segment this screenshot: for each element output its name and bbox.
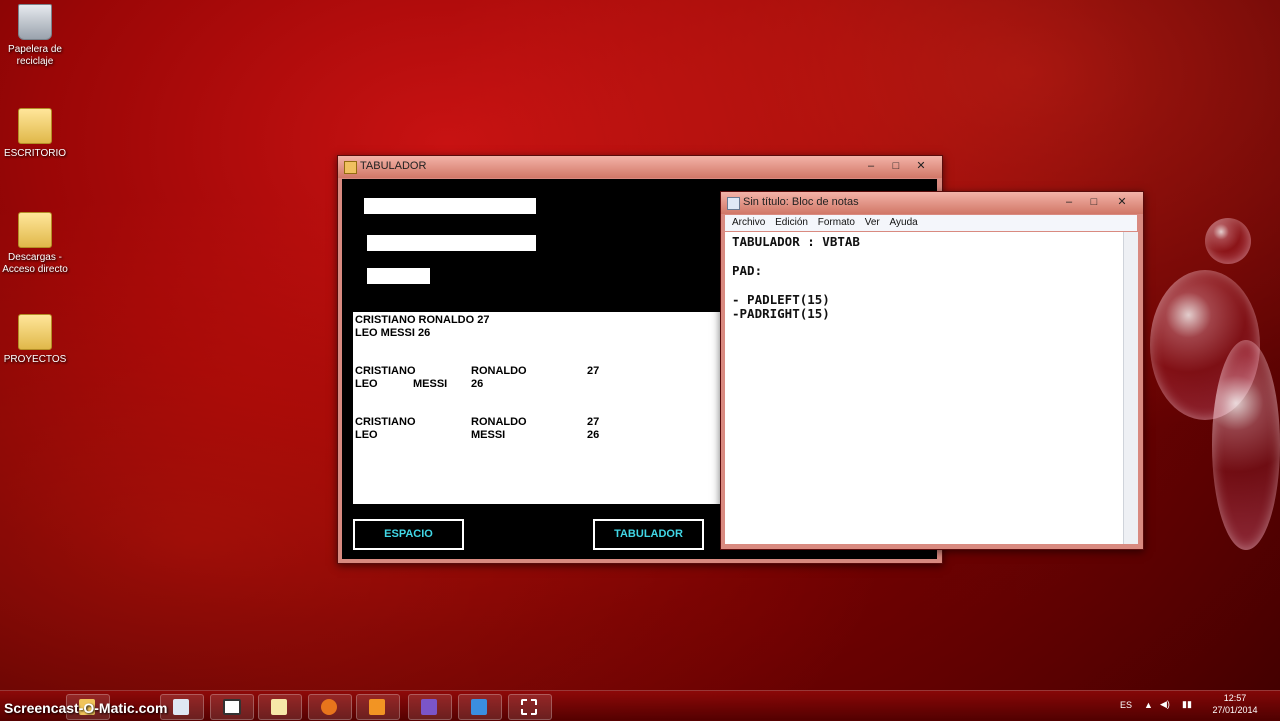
window-icon: [223, 699, 241, 715]
output-listbox[interactable]: CRISTIANO RONALDO 27 LEO MESSI 26 CRISTI…: [353, 312, 721, 504]
desktop-icon-label: Descargas - Acceso directo: [2, 252, 68, 275]
clock-time: 12:57: [1223, 693, 1247, 703]
window-title: TABULADOR: [360, 160, 427, 172]
visual-studio-icon: [421, 699, 437, 715]
vlc-icon: [369, 699, 385, 715]
tab-cell: 26: [587, 429, 600, 441]
folder-icon: [18, 108, 52, 144]
tab-cell: 27: [587, 416, 600, 428]
output-line: LEO MESSI 26: [355, 327, 431, 339]
tab-cell: RONALDO: [471, 416, 527, 428]
desktop-icon-recycle-bin[interactable]: Papelera de reciclaje: [0, 4, 70, 68]
taskbar-app-vlc[interactable]: [356, 694, 400, 720]
desktop-icon-label: Papelera de reciclaje: [8, 44, 62, 67]
desktop-icon-label: ESCRITORIO: [3, 148, 67, 159]
taskbar-app-form[interactable]: [210, 694, 254, 720]
network-icon[interactable]: ▮▮: [1182, 699, 1192, 710]
espacio-button[interactable]: ESPACIO: [353, 519, 464, 550]
close-button[interactable]: ✕: [908, 158, 934, 174]
menu-ayuda[interactable]: Ayuda: [890, 215, 918, 231]
space-cell: RONALDO: [471, 365, 527, 377]
desktop-icon-descargas[interactable]: Descargas - Acceso directo: [0, 212, 70, 276]
menu-edicion[interactable]: Edición: [775, 215, 808, 231]
tab-cell: CRISTIANO: [355, 416, 416, 428]
clock-date: 27/01/2014: [1212, 705, 1258, 715]
notepad-text-area[interactable]: TABULADOR : VBTAB PAD: - PADLEFT(15) -PA…: [725, 232, 1123, 544]
tab-cell: MESSI: [471, 429, 506, 441]
notepad-line: PAD:: [732, 263, 763, 278]
tabulador-titlebar[interactable]: TABULADOR – □ ✕: [338, 156, 942, 178]
taskbar-app-firefox[interactable]: [308, 694, 352, 720]
desktop-icon-escritorio[interactable]: ESCRITORIO: [0, 108, 70, 160]
textbox-age[interactable]: [367, 268, 430, 284]
space-cell: LEO: [355, 378, 378, 390]
textbox-last-name[interactable]: [367, 235, 536, 251]
space-cell: CRISTIANO: [355, 365, 416, 377]
desktop-icon-label: PROYECTOS: [3, 354, 67, 365]
close-button[interactable]: ✕: [1109, 194, 1135, 210]
notepad-window: Sin título: Bloc de notas – □ ✕ Archivo …: [720, 191, 1144, 550]
vertical-scrollbar[interactable]: [1123, 232, 1138, 544]
maximize-button[interactable]: □: [1081, 194, 1107, 210]
maximize-button[interactable]: □: [883, 158, 909, 174]
notepad-line: TABULADOR : VBTAB: [732, 234, 860, 249]
folder-icon: [18, 314, 52, 350]
show-hidden-icons[interactable]: ▲: [1144, 700, 1153, 710]
snipping-tool-icon: [521, 699, 537, 715]
notepad-menubar: Archivo Edición Formato Ver Ayuda: [725, 215, 1137, 231]
space-cell: 27: [587, 365, 600, 377]
wallpaper-bubble: [1205, 218, 1251, 264]
menu-formato[interactable]: Formato: [818, 215, 855, 231]
taskbar: ES ▲ ◀) ▮▮: [0, 690, 1280, 721]
minimize-button[interactable]: –: [1056, 194, 1082, 210]
wallpaper-bubble: [1212, 340, 1280, 550]
minimize-button[interactable]: –: [858, 158, 884, 174]
taskbar-app-notepad[interactable]: [258, 694, 302, 720]
window-title: Sin título: Bloc de notas: [743, 196, 859, 208]
system-clock[interactable]: 12:57 27/01/2014: [1206, 692, 1264, 716]
output-line: CRISTIANO RONALDO 27: [355, 314, 490, 326]
space-cell: 26: [471, 378, 484, 390]
notepad-icon: [271, 699, 287, 715]
notepad-line: -PADRIGHT(15): [732, 306, 830, 321]
notepad-titlebar[interactable]: Sin título: Bloc de notas – □ ✕: [721, 192, 1143, 214]
notepad-icon: [727, 197, 740, 210]
space-cell: MESSI: [413, 378, 448, 390]
tiles-icon: [471, 699, 487, 715]
notepad-line: - PADLEFT(15): [732, 292, 830, 307]
taskbar-app-snipping[interactable]: [508, 694, 552, 720]
tab-cell: LEO: [355, 429, 378, 441]
desktop-icon-proyectos[interactable]: PROYECTOS: [0, 314, 70, 366]
language-indicator[interactable]: ES: [1120, 700, 1132, 710]
recycle-bin-icon: [18, 4, 52, 40]
volume-icon[interactable]: ◀): [1160, 699, 1170, 710]
recording-watermark: Screencast-O-Matic.com: [4, 700, 168, 716]
menu-archivo[interactable]: Archivo: [732, 215, 765, 231]
taskbar-app-tiles[interactable]: [458, 694, 502, 720]
textbox-first-name[interactable]: [364, 198, 536, 214]
app-form-icon: [344, 161, 357, 174]
folder-shortcut-icon: [18, 212, 52, 248]
tabulador-button[interactable]: TABULADOR: [593, 519, 704, 550]
firefox-icon: [321, 699, 337, 715]
menu-ver[interactable]: Ver: [865, 215, 880, 231]
window-icon: [173, 699, 189, 715]
taskbar-app-visual-studio[interactable]: [408, 694, 452, 720]
